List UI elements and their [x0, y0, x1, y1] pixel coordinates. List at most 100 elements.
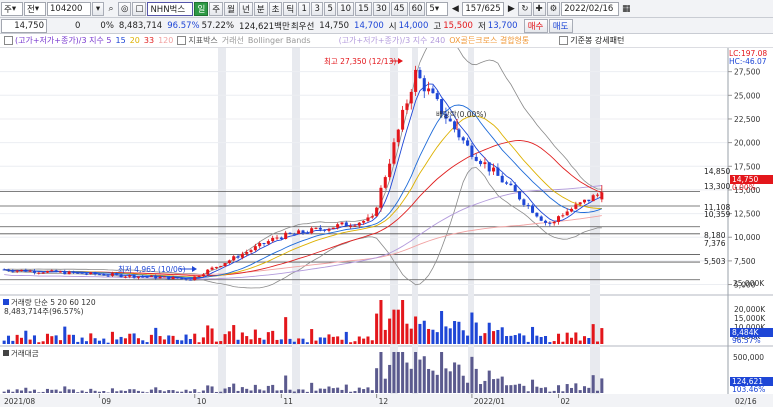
tag-il-button[interactable]: 일 [194, 1, 209, 16]
legend-ma[interactable]: (고가+저가+종가)/3 지수 5 [15, 35, 112, 46]
history-button[interactable]: ◎ [118, 1, 132, 16]
y-tick-label: 17,500 [734, 162, 760, 171]
volume-bar [132, 333, 136, 344]
legend-golden-cross[interactable]: OX골든크로스 결합형통 [449, 35, 529, 46]
sell-button[interactable]: 매도 [548, 18, 573, 33]
legend-ma-20[interactable]: 20 [130, 36, 140, 45]
candle-body [310, 228, 314, 234]
candle-body [123, 276, 127, 278]
volume-bar [396, 309, 400, 344]
period-month[interactable]: 월 [224, 1, 238, 16]
zoom-button[interactable]: ✚ [532, 1, 546, 16]
amount-bar [444, 368, 448, 393]
period-second[interactable]: 초 [268, 1, 283, 16]
amount-bar [396, 352, 400, 393]
candle-body [171, 276, 175, 280]
amount-bar [582, 386, 587, 393]
candle-body [219, 265, 223, 267]
amount-bar [32, 389, 36, 393]
amount-bar [258, 389, 262, 393]
count-field[interactable]: 157/625 [462, 1, 505, 16]
volume-bar [63, 326, 67, 344]
candle-body [93, 272, 97, 275]
volume-bar [141, 340, 145, 344]
volume-bar [297, 338, 301, 344]
prev-icon[interactable]: ◀ [449, 3, 461, 15]
period-tick[interactable]: 틱 [283, 1, 298, 16]
legend-indicator-checkbox[interactable] [177, 36, 187, 45]
amount-bar [249, 390, 253, 393]
amount-bar [284, 375, 288, 393]
search-icon[interactable]: ⌕ [105, 3, 117, 15]
candle-body [375, 207, 379, 217]
volume-bar [145, 342, 149, 344]
favorite-button[interactable]: □ [132, 1, 147, 16]
amount-bar [574, 383, 578, 393]
period-30[interactable]: 30 [372, 1, 390, 16]
stock-code-dropdown[interactable]: ▾ [92, 1, 104, 16]
legend-indicator-box[interactable]: 지표박스 [188, 35, 217, 46]
amount-bar [522, 385, 526, 393]
period-60[interactable]: 60 [408, 1, 426, 16]
order-type-value: 주 [4, 4, 12, 15]
candle-body [141, 276, 145, 278]
legend-ma-240[interactable]: (고가+저가+종가)/3 지수 240 [339, 35, 446, 46]
calendar-icon[interactable]: ▦ [620, 3, 632, 15]
stock-name-field[interactable]: NHN벅스 [147, 1, 194, 16]
volume-bar [50, 336, 54, 344]
settings-button[interactable]: ⚙ [546, 1, 561, 16]
date-field[interactable]: 2022/02/16 [561, 1, 620, 16]
candle-body [253, 246, 257, 251]
period-custom-select[interactable]: 5 ▾ [426, 1, 449, 16]
stock-chart[interactable]: 27,50025,00022,50020,00017,50015,00012,5… [0, 48, 773, 407]
period-5[interactable]: 5 [324, 1, 337, 16]
candle-body [162, 276, 166, 278]
legend-bollinger[interactable]: Bollinger Bands [248, 36, 311, 45]
candle-body [379, 187, 383, 208]
order-mode-select[interactable]: 전 ▾ [24, 1, 46, 16]
amount-bar [262, 390, 266, 393]
legend-ma-33[interactable]: 33 [144, 36, 154, 45]
candle-body [340, 222, 344, 225]
period-week[interactable]: 주 [209, 1, 224, 16]
volume-bar [496, 329, 500, 344]
period-15[interactable]: 15 [355, 1, 372, 16]
volume-bar [591, 324, 595, 344]
buy-button[interactable]: 매수 [523, 18, 548, 33]
legend-ma-checkbox[interactable] [4, 36, 13, 45]
period-minute[interactable]: 분 [253, 1, 268, 16]
candle-body [167, 276, 171, 280]
volume-bar [249, 339, 253, 344]
volume-bar [526, 341, 530, 344]
amount-bar [102, 391, 106, 393]
period-45[interactable]: 45 [390, 1, 408, 16]
candle-body [513, 185, 517, 192]
candle-body [414, 69, 418, 92]
period-10[interactable]: 10 [337, 1, 355, 16]
next-icon[interactable]: ▶ [505, 3, 517, 15]
volume-bar [492, 331, 496, 344]
candle-body [336, 224, 340, 228]
high-label: 고 [433, 21, 442, 32]
period-year[interactable]: 년 [238, 1, 253, 16]
volume-bar [80, 337, 84, 344]
legend-pattern[interactable]: 기준봉 강세패턴 [570, 35, 624, 46]
amount-bar [505, 385, 509, 393]
legend-ma-120[interactable]: 120 [158, 36, 173, 45]
period-3[interactable]: 3 [311, 1, 324, 16]
volume-bar [444, 326, 448, 344]
order-type-select[interactable]: 주 ▾ [1, 1, 23, 16]
amount-bar [171, 390, 175, 393]
x-axis-right-label: 02/16 [735, 397, 757, 406]
legend-pattern-checkbox[interactable] [559, 36, 569, 45]
volume-bar [578, 340, 582, 344]
legend-trade-line[interactable]: 거래선 [222, 35, 244, 46]
refresh-button[interactable]: ↻ [518, 1, 532, 16]
volume-bar [427, 328, 431, 344]
candle-body [526, 204, 530, 206]
volume-axis-label: 15,000K [734, 314, 766, 323]
period-1[interactable]: 1 [298, 1, 311, 16]
stock-code-input[interactable]: 104200 [47, 1, 91, 16]
legend-ma-15[interactable]: 15 [116, 36, 126, 45]
amount-bar [535, 386, 539, 393]
